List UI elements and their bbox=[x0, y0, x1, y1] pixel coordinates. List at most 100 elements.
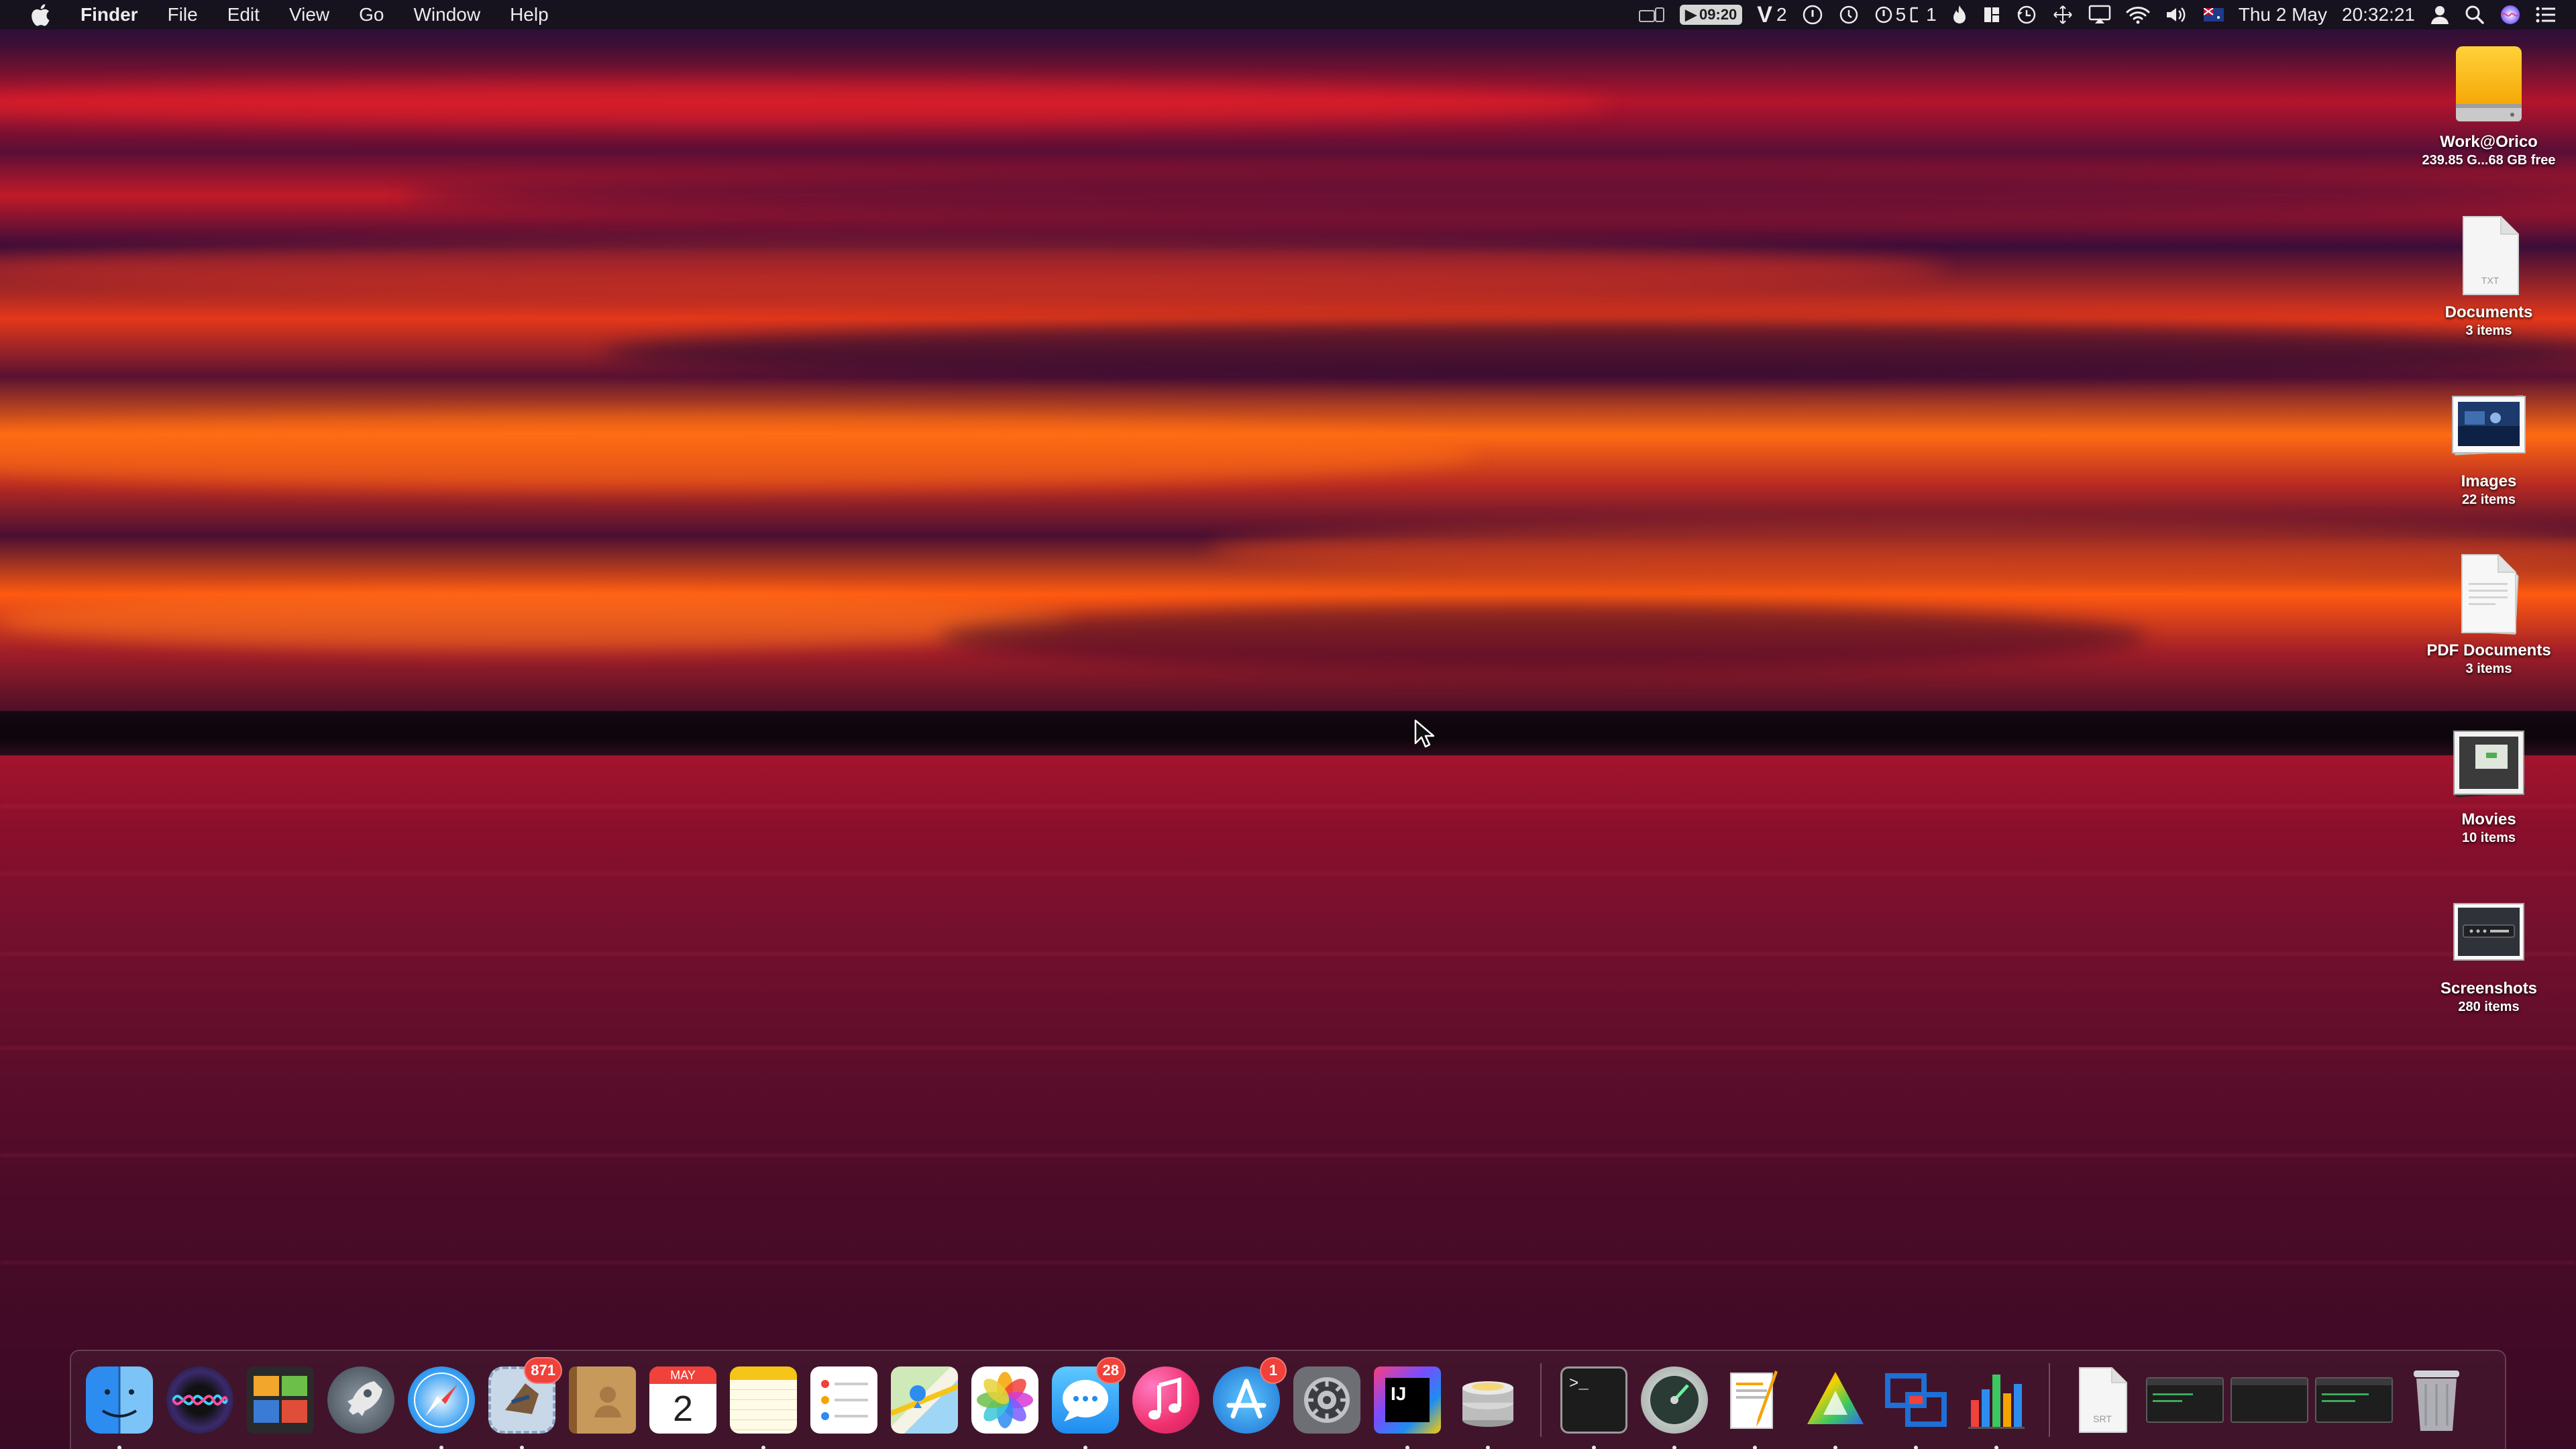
desktop-item-movies[interactable]: Movies 10 items bbox=[2402, 719, 2576, 846]
counter-status[interactable]: 5 1 bbox=[1874, 0, 1937, 30]
maps-icon bbox=[891, 1366, 958, 1434]
siri-icon[interactable] bbox=[2500, 0, 2521, 30]
dock-app-store[interactable]: 1 bbox=[1209, 1357, 1287, 1438]
dock-maps[interactable] bbox=[887, 1362, 962, 1438]
dock-pages[interactable] bbox=[1717, 1362, 1792, 1449]
dock-intellij[interactable]: IJ bbox=[1370, 1362, 1445, 1449]
timer-status[interactable]: ▶ 09:20 bbox=[1680, 0, 1743, 30]
menu-time[interactable]: 20:32:21 bbox=[2342, 0, 2415, 30]
desktop-item-work-orico[interactable]: Work@Orico 239.85 G...68 GB free bbox=[2402, 42, 2576, 168]
minimized-window-2[interactable] bbox=[2231, 1377, 2308, 1423]
desktop-item-documents[interactable]: TXT Documents 3 items bbox=[2402, 212, 2576, 339]
running-indicator bbox=[1083, 1446, 1087, 1449]
dock-separator bbox=[1540, 1363, 1542, 1437]
dock-finder[interactable] bbox=[82, 1362, 157, 1449]
dock-srt-file[interactable]: SRT bbox=[2065, 1362, 2140, 1438]
text-document-icon: TXT bbox=[2449, 212, 2529, 299]
dock-contacts[interactable] bbox=[565, 1362, 640, 1438]
desktop-item-name: Documents bbox=[2445, 303, 2533, 321]
menu-app-name[interactable]: Finder bbox=[75, 0, 153, 30]
circle-clock-icon[interactable] bbox=[1838, 0, 1860, 30]
menu-help[interactable]: Help bbox=[495, 0, 564, 30]
volume-icon[interactable] bbox=[2165, 0, 2189, 30]
dock-database[interactable] bbox=[1450, 1362, 1525, 1449]
running-indicator bbox=[117, 1446, 121, 1449]
vpn-status[interactable]: V 2 bbox=[1757, 0, 1786, 30]
spotlight-search-icon[interactable] bbox=[2465, 0, 2485, 30]
minimized-window-1[interactable] bbox=[2146, 1377, 2224, 1423]
menu-edit[interactable]: Edit bbox=[213, 0, 274, 30]
dock-terminal[interactable]: >_ bbox=[1556, 1362, 1631, 1449]
time-machine-icon[interactable] bbox=[2016, 0, 2037, 30]
water-ripple bbox=[0, 953, 2576, 955]
dock-system-preferences[interactable] bbox=[1289, 1362, 1364, 1438]
window-text-line bbox=[2322, 1400, 2355, 1402]
itunes-music-note-icon bbox=[1132, 1366, 1199, 1434]
cloud-streak bbox=[0, 241, 1945, 295]
wifi-icon[interactable] bbox=[2126, 0, 2150, 30]
apple-logo-icon[interactable] bbox=[27, 1, 54, 28]
desktop-item-name: PDF Documents bbox=[2426, 641, 2551, 659]
dock-mail[interactable]: 871 bbox=[484, 1357, 562, 1449]
running-indicator bbox=[520, 1446, 524, 1449]
desktop-item-pdf-documents[interactable]: PDF Documents 3 items bbox=[2402, 550, 2576, 677]
water-ripple bbox=[0, 805, 2576, 808]
dock-trash[interactable] bbox=[2399, 1362, 2474, 1438]
water-ripple bbox=[0, 1261, 2576, 1264]
notification-center-icon[interactable] bbox=[2536, 0, 2556, 30]
running-indicator bbox=[1833, 1446, 1837, 1449]
menu-go[interactable]: Go bbox=[344, 0, 398, 30]
menu-window[interactable]: Window bbox=[398, 0, 495, 30]
cloud-streak bbox=[604, 322, 2576, 382]
desktop-item-screenshots[interactable]: Screenshots 280 items bbox=[2402, 888, 2576, 1015]
screenshot-stack-icon bbox=[2449, 888, 2529, 975]
dock-launchpad[interactable] bbox=[323, 1362, 398, 1438]
intellij-icon: IJ bbox=[1374, 1366, 1441, 1434]
airplay-icon[interactable] bbox=[2088, 0, 2111, 30]
counter-value-2: 1 bbox=[1926, 4, 1937, 25]
water bbox=[0, 755, 2576, 1449]
dock-image-viewer[interactable] bbox=[243, 1362, 318, 1438]
srt-label: SRT bbox=[2093, 1413, 2112, 1424]
window-title-bar bbox=[2147, 1379, 2222, 1385]
v-logo-icon: V bbox=[1757, 1, 1772, 28]
dock-safari[interactable] bbox=[404, 1362, 479, 1449]
menu-file[interactable]: File bbox=[153, 0, 213, 30]
pages-document-icon bbox=[1721, 1366, 1788, 1434]
image-viewer-icon bbox=[247, 1366, 314, 1434]
menu-bar: Finder File Edit View Go Window Help ▶ 09… bbox=[0, 0, 2576, 30]
launchpad-rocket-icon bbox=[327, 1366, 394, 1434]
dock-messages[interactable]: 28 bbox=[1048, 1357, 1126, 1449]
dock-chart-app[interactable] bbox=[1959, 1362, 2034, 1449]
dock-photos[interactable] bbox=[967, 1362, 1042, 1438]
desktop-item-images[interactable]: Images 22 items bbox=[2402, 381, 2576, 508]
calendar-day: 2 bbox=[672, 1389, 694, 1429]
dock-disk-diag[interactable] bbox=[1637, 1362, 1712, 1449]
circle-g-icon[interactable] bbox=[1802, 0, 1823, 30]
dock-calendar[interactable]: MAY 2 bbox=[645, 1362, 720, 1438]
layout-grid-icon[interactable] bbox=[1982, 0, 2001, 30]
dock-reminders[interactable] bbox=[806, 1362, 881, 1438]
move-arrows-icon[interactable] bbox=[2052, 0, 2074, 30]
dock-notes[interactable] bbox=[726, 1362, 801, 1449]
desktop-item-name: Images bbox=[2461, 472, 2517, 490]
keyboard-flag-icon[interactable] bbox=[2203, 0, 2224, 30]
user-icon[interactable] bbox=[2430, 0, 2450, 30]
menu-view[interactable]: View bbox=[274, 0, 344, 30]
calendar-month: MAY bbox=[649, 1366, 716, 1384]
minimized-window-3[interactable] bbox=[2315, 1377, 2393, 1423]
horizon-treeline bbox=[0, 711, 2576, 755]
water-ripple bbox=[0, 1046, 2576, 1049]
display-mirror-icon[interactable] bbox=[1638, 0, 1665, 30]
dock-color-app[interactable] bbox=[1798, 1362, 1873, 1449]
mouse-pointer-icon bbox=[1414, 719, 1434, 748]
menu-date[interactable]: Thu 2 May bbox=[2239, 0, 2327, 30]
gear-icon bbox=[1293, 1366, 1360, 1434]
flame-icon[interactable] bbox=[1951, 0, 1968, 30]
water-ripple bbox=[0, 1154, 2576, 1157]
desktop-item-info: 239.85 G...68 GB free bbox=[2422, 153, 2556, 168]
dock-siri[interactable] bbox=[162, 1362, 237, 1438]
dock-itunes[interactable] bbox=[1128, 1362, 1203, 1438]
desktop-item-name: Screenshots bbox=[2440, 979, 2538, 998]
dock-remote-desktop[interactable] bbox=[1878, 1362, 1953, 1449]
